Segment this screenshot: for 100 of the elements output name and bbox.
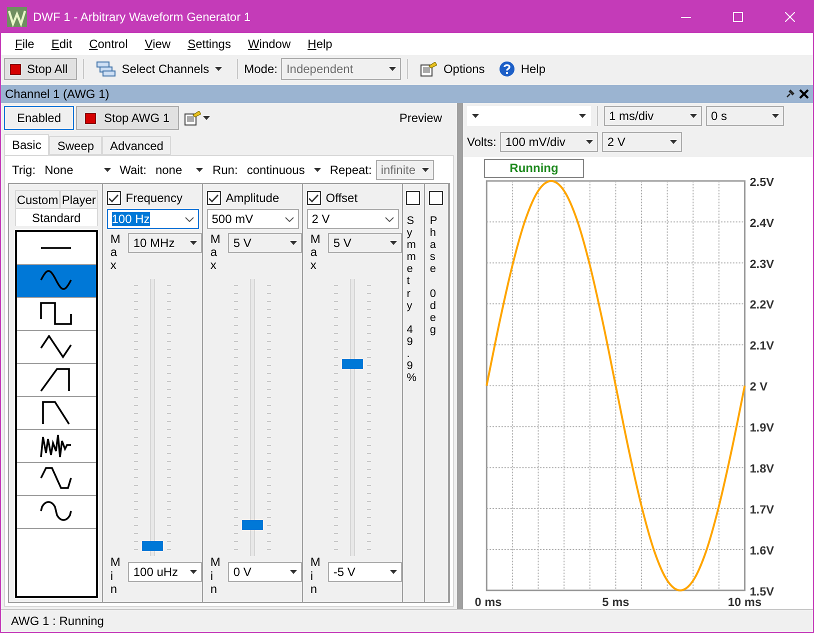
parameter-label: Amplitude: [226, 191, 280, 205]
parameter-label: Symmetry 49.9%: [406, 215, 424, 384]
dc-wave-icon: [40, 246, 72, 250]
axis-label: 2.1V: [750, 338, 774, 352]
checkbox[interactable]: [429, 191, 444, 205]
caret-icon: [314, 168, 321, 172]
caret-icon: [104, 168, 111, 172]
chevron-icon: [284, 216, 294, 222]
options-button[interactable]: Options: [414, 58, 494, 80]
setting-label: Trig:: [12, 163, 36, 177]
preview-label: Preview: [399, 111, 442, 125]
checkbox[interactable]: [206, 191, 221, 205]
caret-icon: [690, 114, 697, 118]
min-dropdown[interactable]: 100 uHz: [128, 562, 202, 582]
slider-thumb[interactable]: [342, 358, 363, 369]
value-field[interactable]: 500 mV: [206, 209, 299, 229]
axis-label: 2.3V: [750, 256, 774, 271]
menu-item[interactable]: Help: [300, 37, 342, 51]
caret-icon: [389, 67, 396, 71]
value-field[interactable]: 2 V: [306, 209, 399, 229]
help-button[interactable]: Help: [498, 58, 554, 80]
max-dropdown[interactable]: 5 V: [328, 233, 402, 253]
axis-label: 1.6V: [750, 543, 774, 558]
close-icon: [785, 12, 795, 22]
square-wave-icon: [40, 302, 72, 326]
tab[interactable]: Standard: [15, 208, 98, 226]
slider-thumb[interactable]: [242, 520, 263, 530]
menu-item[interactable]: Settings: [180, 37, 240, 51]
volts-dropdown[interactable]: 100 mV/div: [500, 132, 598, 152]
triangle-wave-icon: [40, 335, 72, 359]
sine-power-wave-icon: [40, 500, 72, 524]
time-base-dropdown[interactable]: 1 ms/div: [604, 106, 702, 126]
chevron-icon: [384, 216, 394, 222]
setting-label: Repeat:: [330, 163, 372, 177]
stop-awg-button[interactable]: Stop AWG 1: [76, 106, 179, 130]
chevron-icon: [184, 216, 194, 222]
caret-icon: [190, 241, 198, 245]
max-dropdown[interactable]: 10 MHz: [128, 233, 202, 253]
axis-label: 2.4V: [750, 216, 774, 230]
axis-label: 1.8V: [750, 461, 774, 476]
status-text: AWG 1 : Running: [11, 614, 104, 628]
min-dropdown[interactable]: 0 V: [228, 562, 302, 582]
slider-thumb[interactable]: [142, 541, 163, 552]
close-icon[interactable]: [799, 89, 809, 99]
caret-icon: [670, 140, 678, 144]
stop-icon: [10, 64, 21, 74]
select-channels-button[interactable]: Select Channels: [90, 58, 232, 80]
checkbox[interactable]: [406, 191, 420, 205]
axis-label: 5 ms: [602, 595, 630, 609]
time-offset-dropdown[interactable]: 0 s: [706, 106, 784, 126]
menu-item[interactable]: View: [136, 37, 180, 51]
maximize-icon: [733, 12, 743, 22]
menu-item[interactable]: Control: [81, 37, 137, 51]
tab[interactable]: Sweep: [49, 136, 102, 155]
trapezium-wave-icon: [40, 467, 72, 491]
menu-item[interactable]: File: [7, 37, 44, 51]
volts-offset-dropdown[interactable]: 2 V: [602, 132, 682, 152]
mode-label: Mode:: [244, 62, 278, 76]
channels-icon: [96, 61, 116, 77]
min-dropdown[interactable]: -5 V: [328, 562, 402, 582]
notepad-icon: [184, 110, 201, 126]
pin-icon[interactable]: [785, 89, 795, 99]
value-field[interactable]: 100 Hz: [106, 209, 199, 229]
axis-label: 1.7V: [750, 502, 774, 516]
tab[interactable]: Basic: [4, 134, 50, 155]
min-label: Min: [109, 556, 128, 596]
max-label: Max: [209, 233, 228, 273]
notepad-icon: [420, 62, 438, 76]
tab[interactable]: Player: [60, 190, 98, 208]
channel-title: Channel 1 (AWG 1): [5, 87, 110, 101]
setting-label: Wait:: [120, 163, 146, 177]
menu-item[interactable]: Window: [240, 37, 300, 51]
caret-icon: [190, 570, 198, 574]
caret-icon: [215, 67, 222, 71]
run-status: Running: [484, 159, 584, 178]
setting-label: Run:: [212, 163, 238, 177]
min-label: Min: [309, 556, 328, 596]
stop-all-button[interactable]: Stop All: [4, 58, 77, 80]
menu-item[interactable]: Edit: [43, 37, 82, 51]
checkbox[interactable]: [306, 191, 321, 205]
caret-icon: [390, 241, 398, 245]
waveform-option[interactable]: [17, 265, 96, 298]
ramp-down-wave-icon: [40, 401, 72, 425]
axis-label: 0 ms: [474, 595, 502, 609]
enabled-button[interactable]: Enabled: [4, 106, 74, 130]
caret-icon: [586, 140, 594, 144]
checkbox[interactable]: [106, 191, 121, 205]
help-icon: [498, 61, 515, 77]
parameter-label: Phase 0deg: [428, 215, 445, 336]
caret-icon: [390, 570, 398, 574]
caret-icon: [422, 168, 429, 172]
tab[interactable]: Advanced: [102, 136, 172, 155]
caret-icon: [472, 114, 479, 118]
max-dropdown[interactable]: 5 V: [228, 233, 302, 253]
caret-icon: [290, 241, 298, 245]
axis-label: 2.2V: [750, 298, 774, 312]
tab[interactable]: Custom: [15, 190, 60, 208]
window-title: DWF 1 - Arbitrary Waveform Generator 1: [33, 10, 252, 24]
parameter-label: Offset: [326, 191, 358, 205]
caret-icon: [196, 168, 204, 172]
